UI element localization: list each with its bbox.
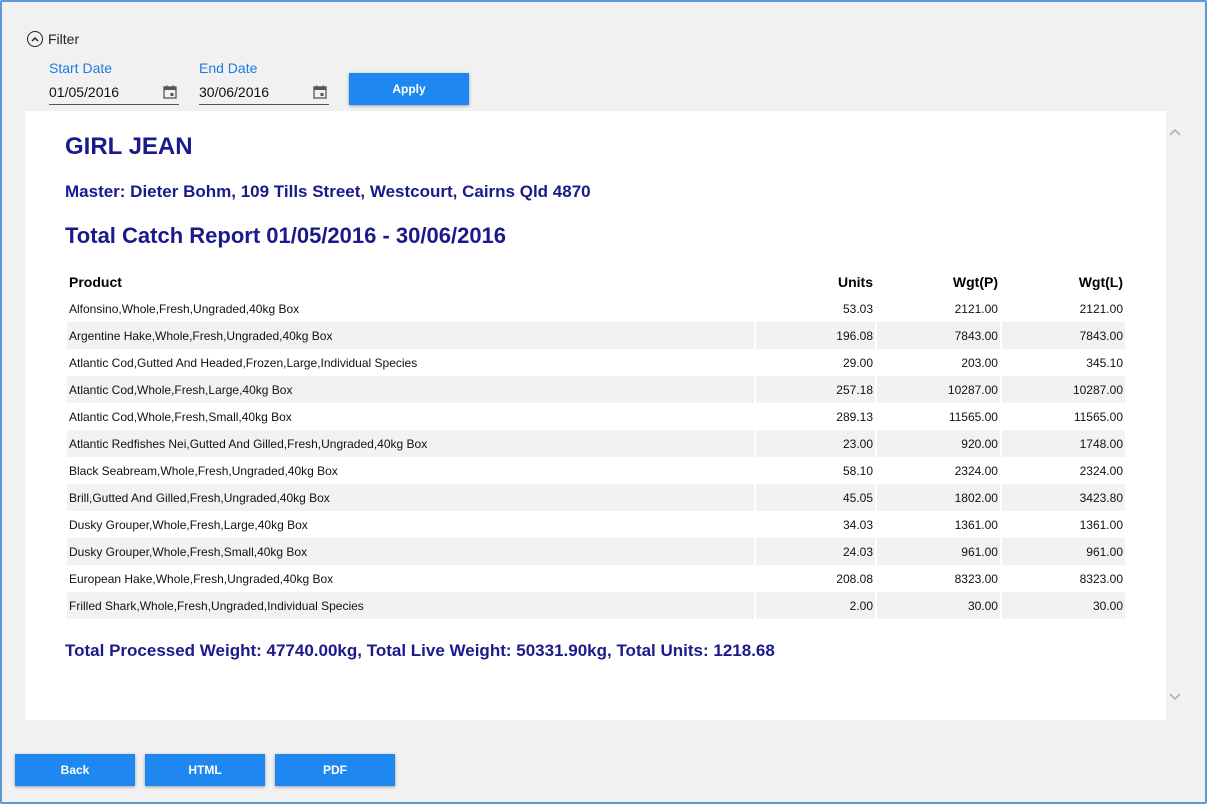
- table-row: Atlantic Redfishes Nei,Gutted And Gilled…: [67, 430, 1125, 457]
- html-button[interactable]: HTML: [145, 754, 265, 786]
- end-date-input[interactable]: [199, 83, 299, 100]
- cell-wgt-l: 11565.00: [1073, 409, 1123, 424]
- table-row: Argentine Hake,Whole,Fresh,Ungraded,40kg…: [67, 322, 1125, 349]
- end-date-field[interactable]: [199, 79, 329, 105]
- cell-units: 196.08: [756, 322, 875, 349]
- cell-product: Alfonsino,Whole,Fresh,Ungraded,40kg Box: [69, 301, 300, 316]
- cell-wgt-p: 2121.00: [954, 301, 998, 316]
- cell-wgt-p: 920.00: [877, 430, 1000, 457]
- cell-wgt-p: 7843.00: [877, 322, 1000, 349]
- header-units: Units: [838, 273, 873, 290]
- cell-wgt-l: 7843.00: [1001, 322, 1125, 349]
- table-row: Alfonsino,Whole,Fresh,Ungraded,40kg Box 5…: [67, 295, 1125, 322]
- cell-product: Dusky Grouper,Whole,Fresh,Large,40kg Box: [69, 517, 308, 532]
- table-row: Dusky Grouper,Whole,Fresh,Small,40kg Box…: [67, 538, 1125, 565]
- cell-wgt-l: 1361.00: [1079, 517, 1123, 532]
- cell-units: 23.00: [756, 430, 875, 457]
- table-row: Black Seabream,Whole,Fresh,Ungraded,40kg…: [67, 457, 1125, 484]
- cell-product: Atlantic Redfishes Nei,Gutted And Gilled…: [67, 430, 755, 457]
- cell-product: Argentine Hake,Whole,Fresh,Ungraded,40kg…: [67, 322, 755, 349]
- cell-wgt-p: 203.00: [961, 355, 998, 370]
- calendar-icon[interactable]: [163, 85, 177, 99]
- filter-toggle[interactable]: Filter: [27, 31, 79, 47]
- cell-wgt-p: 8323.00: [954, 571, 998, 586]
- filter-label: Filter: [48, 31, 80, 47]
- cell-product: Atlantic Cod,Whole,Fresh,Large,40kg Box: [67, 376, 755, 403]
- cell-wgt-p: 1802.00: [877, 484, 1000, 511]
- catch-table: Product Units Wgt(P) Wgt(L) Alfonsino,Wh…: [65, 268, 1127, 619]
- cell-product: Brill,Gutted And Gilled,Fresh,Ungraded,4…: [67, 484, 755, 511]
- table-row: European Hake,Whole,Fresh,Ungraded,40kg …: [67, 565, 1125, 592]
- table-row: Frilled Shark,Whole,Fresh,Ungraded,Indiv…: [67, 592, 1125, 619]
- cell-wgt-p: 11565.00: [948, 409, 998, 424]
- pdf-button[interactable]: PDF: [275, 754, 395, 786]
- cell-wgt-l: 1748.00: [1001, 430, 1125, 457]
- master-details: Master: Dieter Bohm, 109 Tills Street, W…: [65, 182, 591, 201]
- cell-product: Atlantic Cod,Whole,Fresh,Small,40kg Box: [69, 409, 292, 424]
- header-wgt-l: Wgt(L): [1078, 273, 1123, 290]
- cell-units: 24.03: [756, 538, 875, 565]
- table-header-row: Product Units Wgt(P) Wgt(L): [67, 268, 1125, 295]
- end-date-label: End Date: [199, 60, 258, 76]
- back-button[interactable]: Back: [15, 754, 135, 786]
- table-row: Brill,Gutted And Gilled,Fresh,Ungraded,4…: [67, 484, 1125, 511]
- cell-wgt-l: 3423.80: [1001, 484, 1125, 511]
- cell-units: 34.03: [842, 517, 873, 532]
- report-heading: Total Catch Report 01/05/2016 - 30/06/20…: [65, 223, 507, 248]
- cell-wgt-p: 30.00: [877, 592, 1000, 619]
- table-row: Atlantic Cod,Whole,Fresh,Large,40kg Box 2…: [67, 376, 1125, 403]
- table-row: Atlantic Cod,Whole,Fresh,Small,40kg Box 2…: [67, 403, 1125, 430]
- cell-units: 257.18: [756, 376, 875, 403]
- start-date-label: Start Date: [49, 60, 113, 76]
- start-date-input[interactable]: [49, 83, 149, 100]
- cell-units: 58.10: [842, 463, 873, 478]
- chevron-down-icon[interactable]: [1168, 692, 1182, 702]
- cell-wgt-l: 345.10: [1086, 355, 1123, 370]
- header-product: Product: [69, 273, 122, 290]
- apply-button[interactable]: Apply: [349, 73, 469, 105]
- cell-wgt-l: 2324.00: [1079, 463, 1123, 478]
- cell-product: Frilled Shark,Whole,Fresh,Ungraded,Indiv…: [67, 592, 755, 619]
- cell-wgt-p: 10287.00: [877, 376, 1000, 403]
- calendar-icon[interactable]: [313, 85, 327, 99]
- cell-units: 208.08: [836, 571, 873, 586]
- cell-product: Black Seabream,Whole,Fresh,Ungraded,40kg…: [69, 463, 338, 478]
- cell-product: European Hake,Whole,Fresh,Ungraded,40kg …: [69, 571, 334, 586]
- cell-units: 289.13: [836, 409, 873, 424]
- table-row: Dusky Grouper,Whole,Fresh,Large,40kg Box…: [67, 511, 1125, 538]
- report-panel: GIRL JEAN Master: Dieter Bohm, 109 Tills…: [25, 111, 1166, 720]
- table-row: Atlantic Cod,Gutted And Headed,Frozen,La…: [67, 349, 1125, 376]
- report-total: Total Processed Weight: 47740.00kg, Tota…: [65, 641, 775, 660]
- cell-units: 45.05: [756, 484, 875, 511]
- vessel-name: GIRL JEAN: [65, 133, 193, 160]
- cell-wgt-l: 961.00: [1001, 538, 1125, 565]
- header-wgt-p: Wgt(P): [952, 273, 998, 290]
- cell-wgt-p: 2324.00: [954, 463, 998, 478]
- cell-product: Atlantic Cod,Gutted And Headed,Frozen,La…: [69, 355, 418, 370]
- cell-wgt-p: 1361.00: [954, 517, 998, 532]
- cell-units: 53.03: [842, 301, 873, 316]
- cell-wgt-p: 961.00: [877, 538, 1000, 565]
- cell-wgt-l: 10287.00: [1001, 376, 1125, 403]
- cell-wgt-l: 2121.00: [1079, 301, 1123, 316]
- cell-wgt-l: 30.00: [1001, 592, 1125, 619]
- start-date-field[interactable]: [49, 79, 179, 105]
- cell-product: Dusky Grouper,Whole,Fresh,Small,40kg Box: [67, 538, 755, 565]
- chevron-up-circle-icon: [27, 31, 43, 47]
- cell-wgt-l: 8323.00: [1079, 571, 1123, 586]
- chevron-up-icon[interactable]: [1168, 127, 1182, 137]
- cell-units: 2.00: [756, 592, 875, 619]
- cell-units: 29.00: [842, 355, 873, 370]
